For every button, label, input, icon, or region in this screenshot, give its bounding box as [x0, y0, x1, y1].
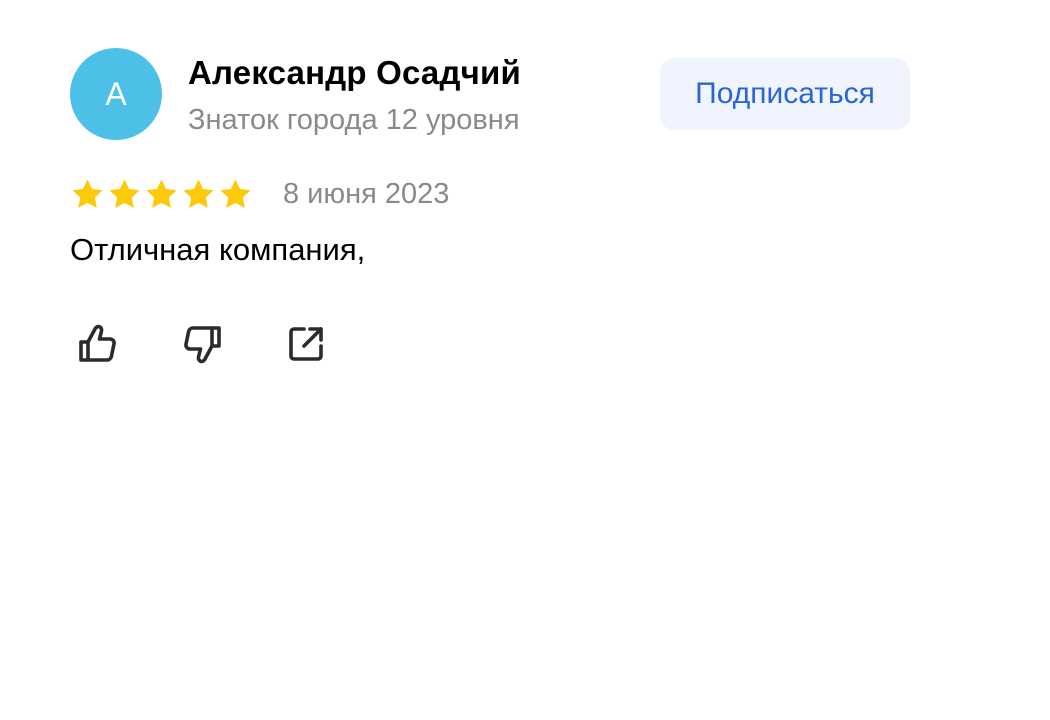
star-icon — [72, 178, 103, 208]
like-button[interactable] — [70, 316, 126, 372]
review-text: Отличная компания, — [70, 232, 366, 267]
share-icon — [289, 327, 323, 361]
star-icon — [183, 178, 214, 208]
author-level: Знаток города 12 уровня — [188, 104, 520, 136]
star-rating — [70, 177, 253, 212]
star-icon — [220, 178, 251, 208]
avatar[interactable]: А — [70, 48, 162, 140]
subscribe-button[interactable]: Подписаться — [660, 58, 910, 130]
dislike-button[interactable] — [174, 316, 230, 372]
rating-row: 8 июня 2023 — [70, 174, 449, 214]
share-button[interactable] — [278, 316, 334, 372]
review-date: 8 июня 2023 — [283, 177, 450, 210]
thumbs-down-icon — [184, 326, 221, 364]
star-icon — [146, 178, 177, 208]
author-name[interactable]: Александр Осадчий — [188, 54, 521, 92]
star-icon — [109, 178, 140, 208]
thumbs-up-icon — [79, 324, 116, 362]
review-actions — [70, 316, 334, 372]
